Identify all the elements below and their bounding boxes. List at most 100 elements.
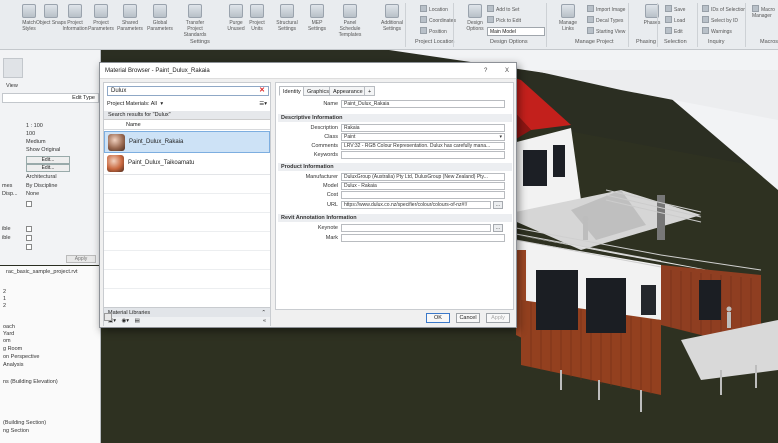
browser-tree-item[interactable]: oach bbox=[3, 324, 15, 330]
project-materials-filter[interactable]: Project Materials: All bbox=[107, 101, 157, 107]
apply-button[interactable]: Apply bbox=[66, 255, 96, 263]
ribbon-button[interactable]: Manage Links bbox=[551, 4, 585, 32]
ribbon-panel-title: Design Options bbox=[490, 39, 528, 45]
material-row[interactable]: Paint_Dulux_Taikoamatu bbox=[104, 153, 270, 175]
material-name: Paint_Dulux_Taikoamatu bbox=[128, 160, 195, 166]
ribbon-small-button[interactable]: Add to Set bbox=[487, 5, 519, 13]
ribbon-small-button[interactable]: Save bbox=[665, 5, 685, 13]
close-icon[interactable]: X bbox=[505, 68, 509, 74]
browser-tree-item[interactable]: Yard bbox=[3, 331, 14, 337]
ribbon-button-label: Structural Settings bbox=[276, 20, 298, 32]
ribbon-small-button[interactable]: Macro Manager bbox=[752, 5, 775, 19]
name-field[interactable]: Paint_Dulux_Rakaia bbox=[341, 100, 505, 108]
property-edit-button[interactable]: Edit... bbox=[26, 156, 70, 164]
ribbon-small-button[interactable]: Pick to Edit bbox=[487, 16, 521, 24]
browser-tree-item[interactable]: on Perspective bbox=[3, 354, 39, 360]
ribbon-small-button[interactable]: Position bbox=[420, 27, 447, 35]
keywords-field[interactable] bbox=[341, 151, 505, 159]
class-value: Paint bbox=[344, 134, 356, 140]
ribbon-button[interactable]: Phases bbox=[635, 4, 669, 26]
apply-button[interactable]: Apply bbox=[486, 313, 510, 323]
filter-funnel-icon[interactable]: ▾ bbox=[160, 101, 163, 107]
property-checkbox[interactable] bbox=[26, 226, 32, 232]
clear-search-icon[interactable]: ✕ bbox=[259, 87, 265, 95]
edit-type-button[interactable]: Edit Type bbox=[72, 95, 95, 101]
ribbon-small-button[interactable]: Select by ID bbox=[702, 16, 738, 24]
tab-identity[interactable]: Identity bbox=[279, 86, 305, 96]
expand-pane-icon[interactable]: « bbox=[263, 317, 266, 326]
ribbon-button[interactable]: Project Units bbox=[240, 4, 274, 32]
ribbon-small-button[interactable]: Import Image bbox=[587, 5, 625, 13]
material-search-input[interactable]: Dulux ✕ bbox=[107, 86, 269, 96]
browser-tree-item[interactable]: Analysis bbox=[3, 362, 23, 368]
view-options-icon[interactable]: ☰▾ bbox=[259, 99, 267, 109]
annotation-info-header[interactable]: Revit Annotation Information bbox=[278, 214, 512, 222]
tab-appearance[interactable]: Appearance bbox=[329, 86, 367, 96]
material-row[interactable]: Paint_Dulux_Rakaia bbox=[104, 131, 270, 153]
browser-tree-item[interactable]: (Building Section) bbox=[3, 420, 46, 426]
manufacturer-field[interactable]: DuluxGroup (Australia) Pty Ltd, DuluxGro… bbox=[341, 173, 505, 181]
ribbon-small-button[interactable]: Load bbox=[665, 16, 685, 24]
create-material-icon[interactable]: ◉▾ bbox=[122, 318, 130, 324]
class-select[interactable]: Paint ▾ bbox=[341, 133, 505, 141]
ribbon-button[interactable]: Panel Schedule Templates bbox=[333, 4, 367, 38]
property-value[interactable]: 1 : 100 bbox=[26, 123, 43, 129]
property-checkbox[interactable] bbox=[26, 235, 32, 241]
browser-tree-item[interactable]: ng Section bbox=[3, 428, 29, 434]
material-libraries-label: Material Libraries bbox=[108, 310, 151, 316]
ribbon-small-button[interactable]: Coordinates bbox=[420, 16, 456, 24]
cost-field[interactable] bbox=[341, 191, 505, 199]
ribbon-button[interactable]: Transfer Project Standards bbox=[178, 4, 212, 38]
url-browse-button[interactable]: ... bbox=[493, 201, 503, 209]
property-value[interactable]: 100 bbox=[26, 131, 35, 137]
property-checkbox[interactable] bbox=[26, 244, 32, 250]
property-value[interactable]: Medium bbox=[26, 139, 46, 145]
property-edit-button[interactable]: Edit... bbox=[26, 164, 70, 172]
property-value[interactable]: None bbox=[26, 191, 39, 197]
ribbon-small-button[interactable]: Starting View bbox=[587, 27, 625, 35]
mark-field[interactable] bbox=[341, 234, 505, 242]
browser-tree-item[interactable]: 1 bbox=[3, 296, 6, 302]
ribbon-button[interactable]: Global Parameters bbox=[143, 4, 177, 32]
ribbon-button[interactable]: Additional Settings bbox=[375, 4, 409, 32]
product-info-header[interactable]: Product Information bbox=[278, 163, 512, 171]
browser-tree-item[interactable]: ns (Building Elevation) bbox=[3, 379, 58, 385]
material-column-header[interactable]: Name bbox=[104, 120, 270, 130]
property-checkbox[interactable] bbox=[26, 201, 32, 207]
browser-tree-item[interactable]: 2 bbox=[3, 289, 6, 295]
browser-tree-item[interactable]: om bbox=[3, 338, 11, 344]
help-icon[interactable]: ? bbox=[484, 68, 487, 74]
ribbon-small-button[interactable]: Decal Types bbox=[587, 16, 623, 24]
ribbon-small-button[interactable]: IDs of Selection bbox=[702, 5, 746, 13]
ribbon-button[interactable]: MEP Settings bbox=[300, 4, 334, 32]
property-value[interactable]: Architectural bbox=[26, 174, 57, 180]
empty-row bbox=[104, 194, 270, 213]
comments-field[interactable]: LRV:32 - RGB Colour Representation. Dulu… bbox=[341, 142, 505, 150]
project-browser-title: rac_basic_sample_project.rvt bbox=[6, 269, 78, 275]
design-option-select[interactable]: Main Model bbox=[487, 27, 545, 36]
cancel-button[interactable]: Cancel bbox=[456, 313, 480, 323]
ribbon-panel-title: Manage Project bbox=[575, 39, 614, 45]
descriptive-info-header[interactable]: Descriptive Information bbox=[278, 114, 512, 122]
instance-filter[interactable]: Edit Type bbox=[2, 93, 99, 103]
description-field[interactable]: Rakaia bbox=[341, 124, 505, 132]
browser-tree-item[interactable]: g Room bbox=[3, 346, 22, 352]
show-hide-library-icon[interactable] bbox=[104, 313, 112, 321]
keynote-field[interactable] bbox=[341, 224, 491, 232]
property-value[interactable]: Show Original bbox=[26, 147, 60, 153]
ribbon-small-button[interactable]: Edit bbox=[665, 27, 683, 35]
keynote-browse-button[interactable]: ... bbox=[493, 224, 503, 232]
ok-button[interactable]: OK bbox=[426, 313, 450, 323]
type-selector-icon[interactable] bbox=[3, 58, 23, 78]
model-field[interactable]: Dulux - Rakaia bbox=[341, 182, 505, 190]
material-libraries-bar[interactable]: Material Libraries ⌃ bbox=[104, 307, 270, 317]
url-field[interactable]: https://www.dulux.co.nz/specifier/colour… bbox=[341, 201, 491, 209]
property-value[interactable]: By Discipline bbox=[26, 183, 57, 189]
ribbon-button[interactable]: Structural Settings bbox=[270, 4, 304, 32]
asset-browser-icon[interactable]: ▤ bbox=[135, 318, 140, 324]
ribbon-small-button[interactable]: Warnings bbox=[702, 27, 732, 35]
ribbon-small-button[interactable]: Location bbox=[420, 5, 448, 13]
ribbon-button[interactable]: Shared Parameters bbox=[113, 4, 147, 32]
browser-tree-item[interactable]: 2 bbox=[3, 303, 6, 309]
add-asset-tab[interactable]: + bbox=[364, 86, 376, 96]
